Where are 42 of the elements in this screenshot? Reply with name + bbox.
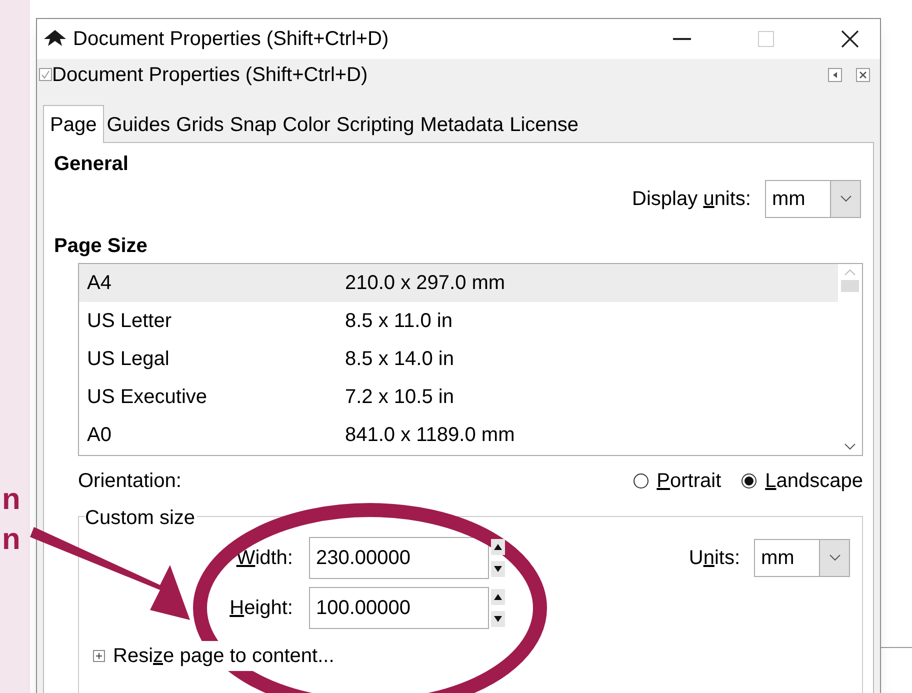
section-heading: Page Size [54,234,148,257]
section-heading: General [54,152,130,175]
chevron-down-icon [840,195,852,203]
arrow-left-icon [831,70,839,78]
arrow-up-icon [491,539,505,555]
height-input[interactable]: 100.00000 [309,587,489,629]
plus-box-icon [93,650,105,662]
maximize-icon [758,31,774,47]
panel-close-button[interactable] [856,68,870,82]
close-icon [841,30,859,48]
scrollbar-thumb[interactable] [841,280,859,292]
chevron-up-icon [844,268,856,276]
document-icon [39,68,52,81]
annotation-text: n [2,525,20,555]
radio-icon [741,473,758,489]
panel-title: Document Properties (Shift+Ctrl+D) [52,62,368,88]
radio-option[interactable]: Portrait [632,466,722,496]
field-label: Units: [688,546,740,571]
units-dropdown[interactable]: mm [754,539,850,577]
radio-icon [632,473,649,489]
radio-option[interactable]: Landscape [741,466,863,496]
app-logo-icon [43,29,67,49]
minimize-icon [673,38,691,40]
window-title: Document Properties (Shift+Ctrl+D) [73,27,389,52]
chevron-down-icon [828,554,840,562]
field-label: Display units: [632,187,751,212]
close-icon [859,70,867,78]
arrow-up-icon [491,589,505,605]
annotation-text: n [2,485,20,515]
spin-buttons[interactable] [491,539,505,577]
arrow-down-icon [491,611,505,627]
field-label: Height: [230,596,293,621]
field-label: Orientation: [78,469,182,494]
expander[interactable]: Resize page to content... [93,641,334,671]
arrow-down-icon [491,561,505,577]
width-input[interactable]: 230.00000 [309,537,489,579]
tab[interactable]: Page [43,105,104,143]
dock-button[interactable] [828,68,842,82]
spin-buttons[interactable] [491,589,505,627]
list-row[interactable]: A4 210.0 x 297.0 mm [79,264,838,302]
units-dropdown[interactable]: mm [765,180,861,218]
chevron-down-icon [844,443,856,451]
